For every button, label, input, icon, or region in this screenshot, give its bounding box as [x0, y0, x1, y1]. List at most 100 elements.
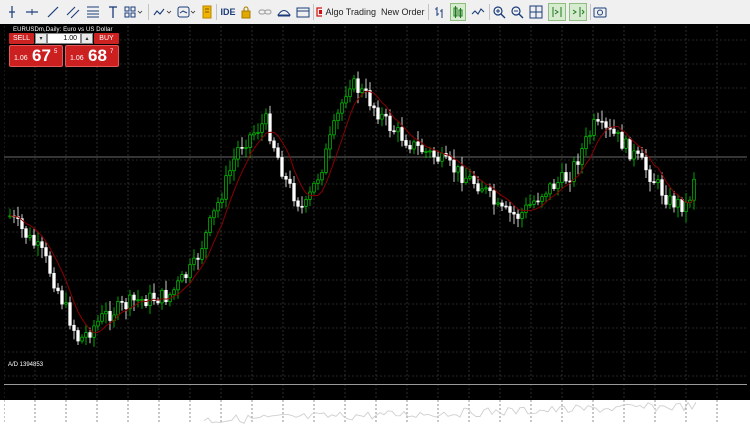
candle-body: [40, 241, 44, 248]
bar-chart-icon[interactable]: [432, 3, 446, 21]
fibonacci-icon[interactable]: [85, 3, 101, 21]
candle: [152, 283, 156, 305]
equidistant-channel-icon[interactable]: [65, 3, 81, 21]
zoom-out-icon[interactable]: [510, 3, 524, 21]
candle: [200, 240, 204, 264]
shapes-menu-icon[interactable]: [123, 3, 145, 21]
candle: [668, 188, 672, 209]
candle-body: [472, 175, 476, 184]
candle-body: [548, 183, 552, 195]
new-order-button[interactable]: New Order: [378, 3, 425, 21]
sell-price-big: 67: [32, 46, 51, 65]
line-chart-icon[interactable]: [470, 3, 486, 21]
candle-body: [68, 302, 72, 326]
buy-button[interactable]: 1.06 68 7: [65, 45, 119, 67]
candle: [436, 150, 440, 165]
candle-body: [276, 147, 280, 158]
auto-scroll-icon[interactable]: [548, 3, 566, 21]
candle: [224, 165, 228, 208]
ide-button[interactable]: IDE: [220, 3, 236, 21]
candle: [464, 168, 468, 185]
candle: [192, 249, 196, 271]
buy-price-prefix: 1.06: [70, 55, 84, 62]
indicator-chart[interactable]: [4, 384, 747, 424]
candle: [576, 153, 580, 175]
chart-shift-icon[interactable]: [569, 3, 587, 21]
candle: [80, 334, 84, 344]
candle: [420, 138, 424, 155]
candle-body: [324, 148, 328, 173]
market-watch-icon[interactable]: [201, 3, 213, 21]
candle-body: [96, 320, 100, 327]
candle: [276, 142, 280, 160]
candle: [512, 205, 516, 225]
candle-body: [652, 181, 656, 184]
candle-body: [372, 105, 376, 109]
trendline-icon[interactable]: [45, 3, 61, 21]
signals-icon[interactable]: [277, 3, 291, 21]
candle: [484, 184, 488, 194]
candle-body: [376, 107, 380, 120]
candle-body: [512, 212, 516, 215]
templates-menu-icon[interactable]: [176, 3, 198, 21]
candle: [392, 125, 396, 135]
candle: [232, 148, 236, 181]
tile-windows-icon[interactable]: [528, 3, 544, 21]
candle: [176, 276, 180, 299]
candle-body: [192, 257, 196, 265]
lock-icon[interactable]: [240, 3, 252, 21]
price-chart[interactable]: [4, 26, 747, 381]
candle: [84, 324, 88, 346]
candle: [328, 126, 332, 159]
lot-size-input[interactable]: 1.00: [47, 33, 81, 44]
candle: [56, 283, 60, 295]
candle: [692, 172, 696, 210]
candle-body: [56, 287, 60, 292]
screenshot-icon[interactable]: [593, 3, 607, 21]
market-icon[interactable]: [296, 3, 310, 21]
candle: [628, 136, 632, 162]
candle-body: [32, 234, 36, 246]
candle: [196, 253, 200, 270]
buy-label[interactable]: BUY: [94, 33, 119, 44]
candle: [240, 137, 244, 155]
candle-body: [120, 301, 124, 303]
sell-button[interactable]: 1.06 67 5: [9, 45, 63, 67]
horizontal-line-icon[interactable]: [24, 3, 40, 21]
sell-price-prefix: 1.06: [14, 55, 28, 62]
candle-body: [164, 289, 168, 303]
crosshair-vertical-line-icon[interactable]: [4, 3, 20, 21]
buy-price-big: 68: [88, 46, 107, 65]
link-icon[interactable]: [258, 3, 272, 21]
candle-body: [48, 255, 52, 274]
indicators-menu-icon[interactable]: [152, 3, 174, 21]
candle: [228, 160, 232, 184]
candle: [352, 74, 356, 93]
algo-trading-button[interactable]: Algo Trading: [316, 3, 376, 21]
zoom-in-icon[interactable]: [492, 3, 506, 21]
candle: [68, 296, 72, 330]
candle: [8, 208, 12, 220]
candle-body: [456, 166, 460, 173]
candlestick-chart-icon[interactable]: [450, 3, 466, 21]
chart-window[interactable]: [0, 24, 750, 424]
candle: [520, 208, 524, 228]
sell-label[interactable]: SELL: [9, 33, 34, 44]
candle-body: [224, 175, 228, 200]
candle-body: [560, 172, 564, 183]
candle-body: [340, 102, 344, 114]
candle-body: [668, 195, 672, 205]
candle: [508, 201, 512, 222]
lot-decrease-button[interactable]: ▾: [35, 33, 47, 44]
candle-body: [88, 332, 92, 338]
candle: [664, 185, 668, 209]
lot-increase-button[interactable]: ▴: [81, 33, 93, 44]
candle: [36, 231, 40, 256]
candle-body: [272, 140, 276, 149]
candle-body: [392, 130, 396, 133]
candle-body: [580, 148, 584, 165]
candle-body: [500, 202, 504, 207]
candle-body: [604, 121, 608, 128]
text-tool-icon[interactable]: [106, 3, 120, 21]
candle: [52, 267, 56, 293]
